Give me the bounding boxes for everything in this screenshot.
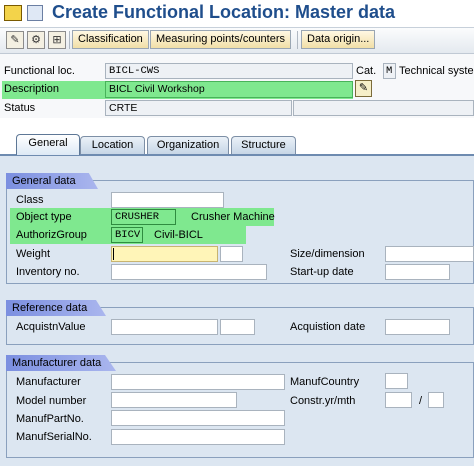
measuring-points-button[interactable]: Measuring points/counters — [150, 30, 292, 49]
cat-label: Cat. — [356, 65, 377, 77]
structure-icon[interactable]: ⊞ — [48, 31, 66, 49]
authoriz-group-field[interactable]: BICV — [111, 227, 143, 243]
general-data-title: General data — [6, 173, 98, 189]
status-field: CRTE — [105, 100, 292, 116]
description-field[interactable]: BICL Civil Workshop — [105, 81, 353, 98]
startup-date-field[interactable] — [385, 264, 450, 280]
manuf-part-no-field[interactable] — [111, 410, 285, 426]
model-number-label: Model number — [16, 395, 87, 407]
authoriz-group-label: AuthorizGroup — [16, 229, 87, 241]
cat-field[interactable]: M — [383, 63, 396, 79]
text-cursor — [113, 248, 114, 260]
tab-organization[interactable]: Organization — [147, 136, 229, 154]
tab-general[interactable]: General — [16, 134, 80, 155]
acquistion-date-label: Acquistion date — [290, 321, 366, 333]
data-origin-button[interactable]: Data origin... — [301, 30, 376, 49]
object-type-field[interactable]: CRUSHER — [111, 209, 176, 225]
inventory-no-field[interactable] — [111, 264, 267, 280]
size-dimension-field[interactable] — [385, 246, 474, 262]
weight-field[interactable] — [111, 246, 218, 262]
authoriz-group-text: Civil-BICL — [154, 229, 203, 241]
hierarchy-icon[interactable]: ⚙ — [27, 31, 45, 49]
class-field[interactable] — [111, 192, 224, 208]
tab-structure[interactable]: Structure — [231, 136, 296, 154]
status-label: Status — [4, 102, 36, 114]
startup-date-label: Start-up date — [290, 266, 354, 278]
reference-data-title: Reference data — [6, 300, 106, 316]
constr-year-field[interactable] — [385, 392, 412, 408]
constr-month-field[interactable] — [428, 392, 444, 408]
acquistn-value-field[interactable] — [111, 319, 218, 335]
size-dimension-label: Size/dimension — [290, 248, 365, 260]
manuf-country-field[interactable] — [385, 373, 408, 389]
toolbar-separator — [69, 31, 70, 49]
display-change-icon[interactable]: ✎ — [6, 31, 24, 49]
manufacturer-label: Manufacturer — [16, 376, 81, 388]
functional-loc-label: Functional loc. — [4, 65, 75, 77]
constr-yr-mth-label: Constr.yr/mth — [290, 395, 356, 407]
classification-button[interactable]: Classification — [72, 30, 149, 49]
toolbar-separator — [297, 31, 298, 49]
manuf-part-no-label: ManufPartNo. — [16, 413, 84, 425]
functional-loc-field[interactable]: BICL-CWS — [105, 63, 353, 79]
tab-location[interactable]: Location — [80, 136, 145, 154]
manuf-serial-no-label: ManufSerialNo. — [16, 431, 92, 443]
manufacturer-data-title: Manufacturer data — [6, 355, 116, 371]
manuf-country-label: ManufCountry — [290, 376, 360, 388]
long-text-edit-icon[interactable]: ✎ — [355, 80, 372, 97]
manuf-serial-no-field[interactable] — [111, 429, 285, 445]
weight-unit-field[interactable] — [220, 246, 243, 262]
document-icon[interactable] — [27, 5, 43, 21]
page-title: Create Functional Location: Master data — [52, 2, 396, 22]
cat-text: Technical syste — [399, 65, 474, 77]
acquistn-value-label: AcquistnValue — [16, 321, 86, 333]
inventory-no-label: Inventory no. — [16, 266, 80, 278]
object-type-label: Object type — [16, 211, 72, 223]
class-label: Class — [16, 194, 44, 206]
currency-field[interactable] — [220, 319, 255, 335]
weight-label: Weight — [16, 248, 51, 260]
status-extra-field — [293, 100, 474, 116]
acquistion-date-field[interactable] — [385, 319, 450, 335]
save-icon[interactable] — [4, 5, 22, 21]
object-type-text: Crusher Machine — [191, 211, 275, 223]
model-number-field[interactable] — [111, 392, 237, 408]
constr-separator: / — [419, 395, 423, 407]
description-label: Description — [4, 83, 60, 95]
manufacturer-field[interactable] — [111, 374, 285, 390]
